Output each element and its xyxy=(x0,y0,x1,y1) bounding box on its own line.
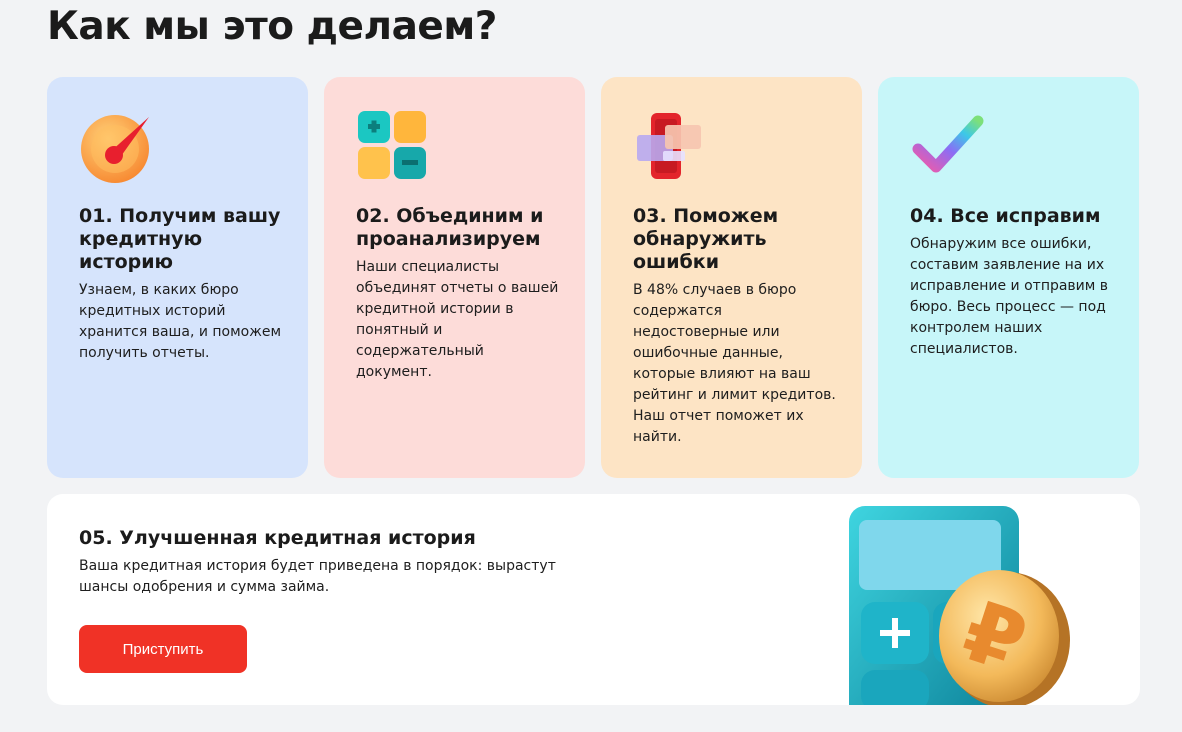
page-title: Как мы это делаем? xyxy=(47,4,497,49)
step-card-3: 03. Поможем обнаружить ошибки В 48% случ… xyxy=(601,77,862,478)
result-card: 05. Улучшенная кредитная история Ваша кр… xyxy=(47,494,1140,705)
step-description: В 48% случаев в бюро содержатся недостов… xyxy=(633,282,836,445)
step-card-4: 04. Все исправим Обнаружим все ошибки, с… xyxy=(878,77,1139,478)
step-card-2: 02. Объединим и проанализируем Наши спец… xyxy=(324,77,585,478)
checkmark-icon xyxy=(912,115,984,173)
step-title: 04. Все исправим xyxy=(910,205,1101,227)
phone-documents-icon xyxy=(637,113,701,179)
step-description: Обнаружим все ошибки, составим заявление… xyxy=(910,236,1109,357)
result-description: Ваша кредитная история будет приведена в… xyxy=(79,558,556,595)
step-description: Узнаем, в каких бюро кредитных историй х… xyxy=(79,282,282,361)
step-description: Наши специалисты объединят отчеты о ваше… xyxy=(356,259,559,380)
step-card-1: 01. Получим вашу кредитную историю Узнае… xyxy=(47,77,308,478)
result-title: 05. Улучшенная кредитная история xyxy=(79,527,476,549)
speedometer-icon xyxy=(81,115,149,183)
step-title: 01. Получим вашу кредитную историю xyxy=(79,205,281,273)
steps-list: 01. Получим вашу кредитную историю Узнае… xyxy=(47,77,1139,478)
step-title: 03. Поможем обнаружить ошибки xyxy=(633,205,779,273)
calculator-ruble-coin-icon: ₽ xyxy=(849,506,1070,705)
start-button[interactable]: Приступить xyxy=(79,625,247,673)
step-title: 02. Объединим и проанализируем xyxy=(356,205,544,250)
how-we-work-section: Как мы это делаем? 01. Получим вашу кред… xyxy=(0,0,1182,732)
calculator-keys-icon xyxy=(358,111,426,179)
